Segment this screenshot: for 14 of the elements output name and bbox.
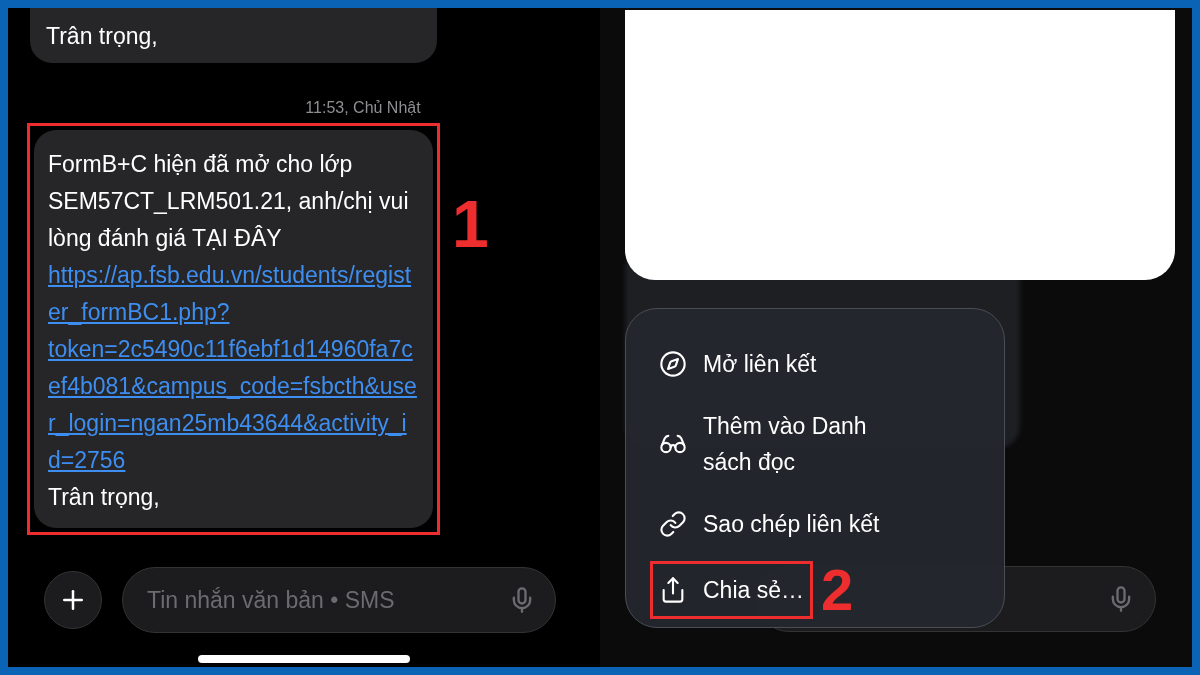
compass-icon xyxy=(659,350,687,378)
menu-item[interactable]: Chia sẻ… xyxy=(650,561,813,619)
message-closing: Trân trọng, xyxy=(48,483,161,512)
menu-item[interactable]: Sao chép liên kết xyxy=(650,495,900,553)
link-icon xyxy=(659,510,687,538)
message-timestamp: 11:53, Chủ Nhật xyxy=(305,99,421,117)
message-text: FormB+C hiện đã mở cho lớp SEM57CT_LRM501.21, anh/chị vui lòng đánh giá TẠI ĐÂY xyxy=(48,150,410,253)
message-closing: Trân trọng, xyxy=(46,22,158,51)
message-link[interactable]: https://ap.fsb.edu.vn/students/register_formBC1.php?token=2c5490c11f6ebf1d14960fa7cef4b081&campus_code=fsbcth&user_login=ngan25mb43644&activity_id=2756 xyxy=(48,257,419,479)
message-input-field[interactable]: Tin nhắn văn bản • SMS xyxy=(122,567,556,633)
menu-item[interactable]: Thêm vào Danh sách đọc xyxy=(650,397,900,491)
step-number: 2 xyxy=(821,561,854,619)
menu-item[interactable]: Mở liên kết xyxy=(650,335,900,393)
step-number: 1 xyxy=(452,191,489,257)
